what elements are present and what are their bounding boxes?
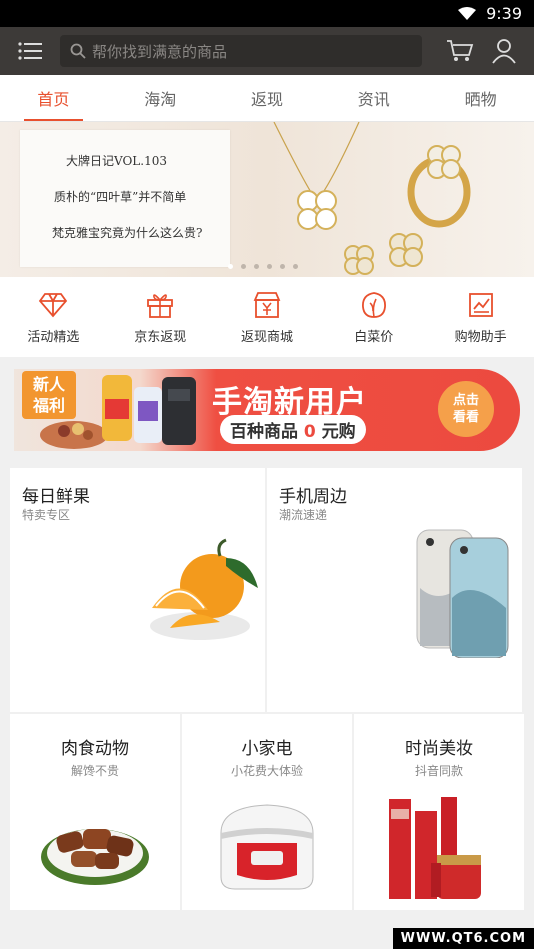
tab-cashback[interactable]: 返现 [214, 75, 321, 121]
category-subtitle: 小花费大体验 [230, 764, 303, 778]
top-bar: 帮你找到满意的商品 [0, 27, 534, 75]
promo-products-image [40, 375, 196, 449]
category-title: 小家电 [241, 739, 293, 759]
quick-nav-label: 京东返现 [134, 329, 187, 345]
quick-nav-cashback-mall[interactable]: 返现商城 [214, 277, 321, 357]
promo-cta-button[interactable]: 点击 看看 [438, 381, 494, 437]
category-small-appliances[interactable]: 小家电 小花费大体验 [182, 714, 352, 910]
quick-nav-label: 白菜价 [354, 329, 394, 345]
promo-section: 新人 福利 手淘新用户 百种商品 0 元购 点击 看看 [0, 357, 534, 468]
promo-cta-line2: 看看 [452, 410, 479, 425]
watermark: WWW.QT6.COM [392, 928, 534, 949]
banner-line-3: 梵克雅宝究竟为什么这么贵? [52, 226, 203, 240]
category-subtitle: 潮流速递 [279, 508, 328, 522]
quick-nav-label: 购物助手 [454, 329, 507, 345]
promo-cta-line1: 点击 [452, 393, 479, 408]
status-bar: 9:39 [0, 0, 534, 27]
banner-line-1: 大牌日记VOL.103 [66, 154, 167, 168]
tab-haitao[interactable]: 海淘 [107, 75, 214, 121]
category-grid-bottom: 肉食动物 解馋不贵 小家电 小花费大体验 时尚美妆 抖音同款 [0, 712, 534, 910]
quick-nav: 活动精选 京东返现 返现商城 白菜价 购物助手 [0, 277, 534, 357]
chart-icon [468, 292, 493, 317]
search-placeholder: 帮你找到满意的商品 [92, 42, 228, 61]
user-icon [492, 39, 516, 64]
promo-sub-suffix: 元购 [321, 422, 356, 442]
banner-dot[interactable] [267, 264, 272, 269]
category-fresh-fruit[interactable]: 每日鲜果 特卖专区 [10, 468, 265, 712]
banner-dot[interactable] [228, 264, 233, 269]
promo-banner[interactable]: 新人 福利 手淘新用户 百种商品 0 元购 点击 看看 [14, 369, 520, 451]
menu-icon [18, 42, 42, 60]
category-subtitle: 特卖专区 [22, 508, 71, 522]
promo-sub-highlight: 0 [303, 422, 316, 442]
category-title: 手机周边 [279, 487, 347, 507]
quick-nav-shopping-assistant[interactable]: 购物助手 [427, 277, 534, 357]
category-subtitle: 抖音同款 [414, 764, 463, 778]
banner-dot[interactable] [254, 264, 259, 269]
phone-case-image [416, 529, 509, 658]
quick-nav-featured[interactable]: 活动精选 [0, 277, 107, 357]
banner-dot[interactable] [280, 264, 285, 269]
gift-icon [147, 293, 174, 318]
banner-dot[interactable] [241, 264, 246, 269]
jewelry-image [273, 122, 471, 275]
quick-nav-label: 活动精选 [27, 329, 80, 345]
tab-home[interactable]: 首页 [0, 75, 107, 121]
user-button[interactable] [484, 31, 524, 71]
rice-cooker-image [220, 804, 314, 890]
banner-dot[interactable] [293, 264, 298, 269]
category-title: 肉食动物 [61, 739, 129, 759]
category-beauty[interactable]: 时尚美妆 抖音同款 [354, 714, 524, 910]
shop-yen-icon [253, 291, 281, 318]
category-meat[interactable]: 肉食动物 解馋不贵 [10, 714, 180, 910]
category-grid-top: 每日鲜果 特卖专区 手机周边 潮流速递 [0, 468, 534, 712]
diamond-icon [39, 292, 68, 317]
main-tabs: 首页 海淘 返现 资讯 晒物 [0, 75, 534, 122]
menu-button[interactable] [10, 31, 50, 71]
orange-image [150, 538, 258, 640]
banner-text-card: 大牌日记VOL.103 质朴的“四叶草”并不简单 梵克雅宝究竟为什么这么贵? [20, 130, 230, 267]
status-time: 9:39 [486, 4, 522, 23]
hero-banner[interactable]: 大牌日记VOL.103 质朴的“四叶草”并不简单 梵克雅宝究竟为什么这么贵? [0, 122, 534, 277]
search-input[interactable]: 帮你找到满意的商品 [60, 35, 422, 67]
tab-showcase[interactable]: 晒物 [427, 75, 534, 121]
cart-button[interactable] [440, 31, 480, 71]
quick-nav-label: 返现商城 [240, 329, 293, 345]
category-title: 时尚美妆 [405, 739, 473, 759]
tab-news[interactable]: 资讯 [320, 75, 427, 121]
promo-sub-prefix: 百种商品 [230, 422, 298, 442]
category-subtitle: 解馋不贵 [70, 764, 119, 778]
quick-nav-bargain[interactable]: 白菜价 [320, 277, 427, 357]
cart-icon [447, 40, 474, 61]
category-title: 每日鲜果 [22, 487, 90, 507]
wifi-icon [458, 6, 477, 20]
banner-line-2: 质朴的“四叶草”并不简单 [54, 190, 187, 204]
promo-subtitle: 百种商品 0 元购 [220, 415, 366, 444]
quick-nav-jd-cashback[interactable]: 京东返现 [107, 277, 214, 357]
category-phone-accessories[interactable]: 手机周边 潮流速递 [267, 468, 522, 712]
cabbage-icon [361, 291, 386, 318]
banner-pager[interactable] [228, 264, 298, 269]
cosmetics-image [389, 797, 481, 899]
meat-image [41, 829, 149, 885]
search-icon [70, 43, 86, 59]
